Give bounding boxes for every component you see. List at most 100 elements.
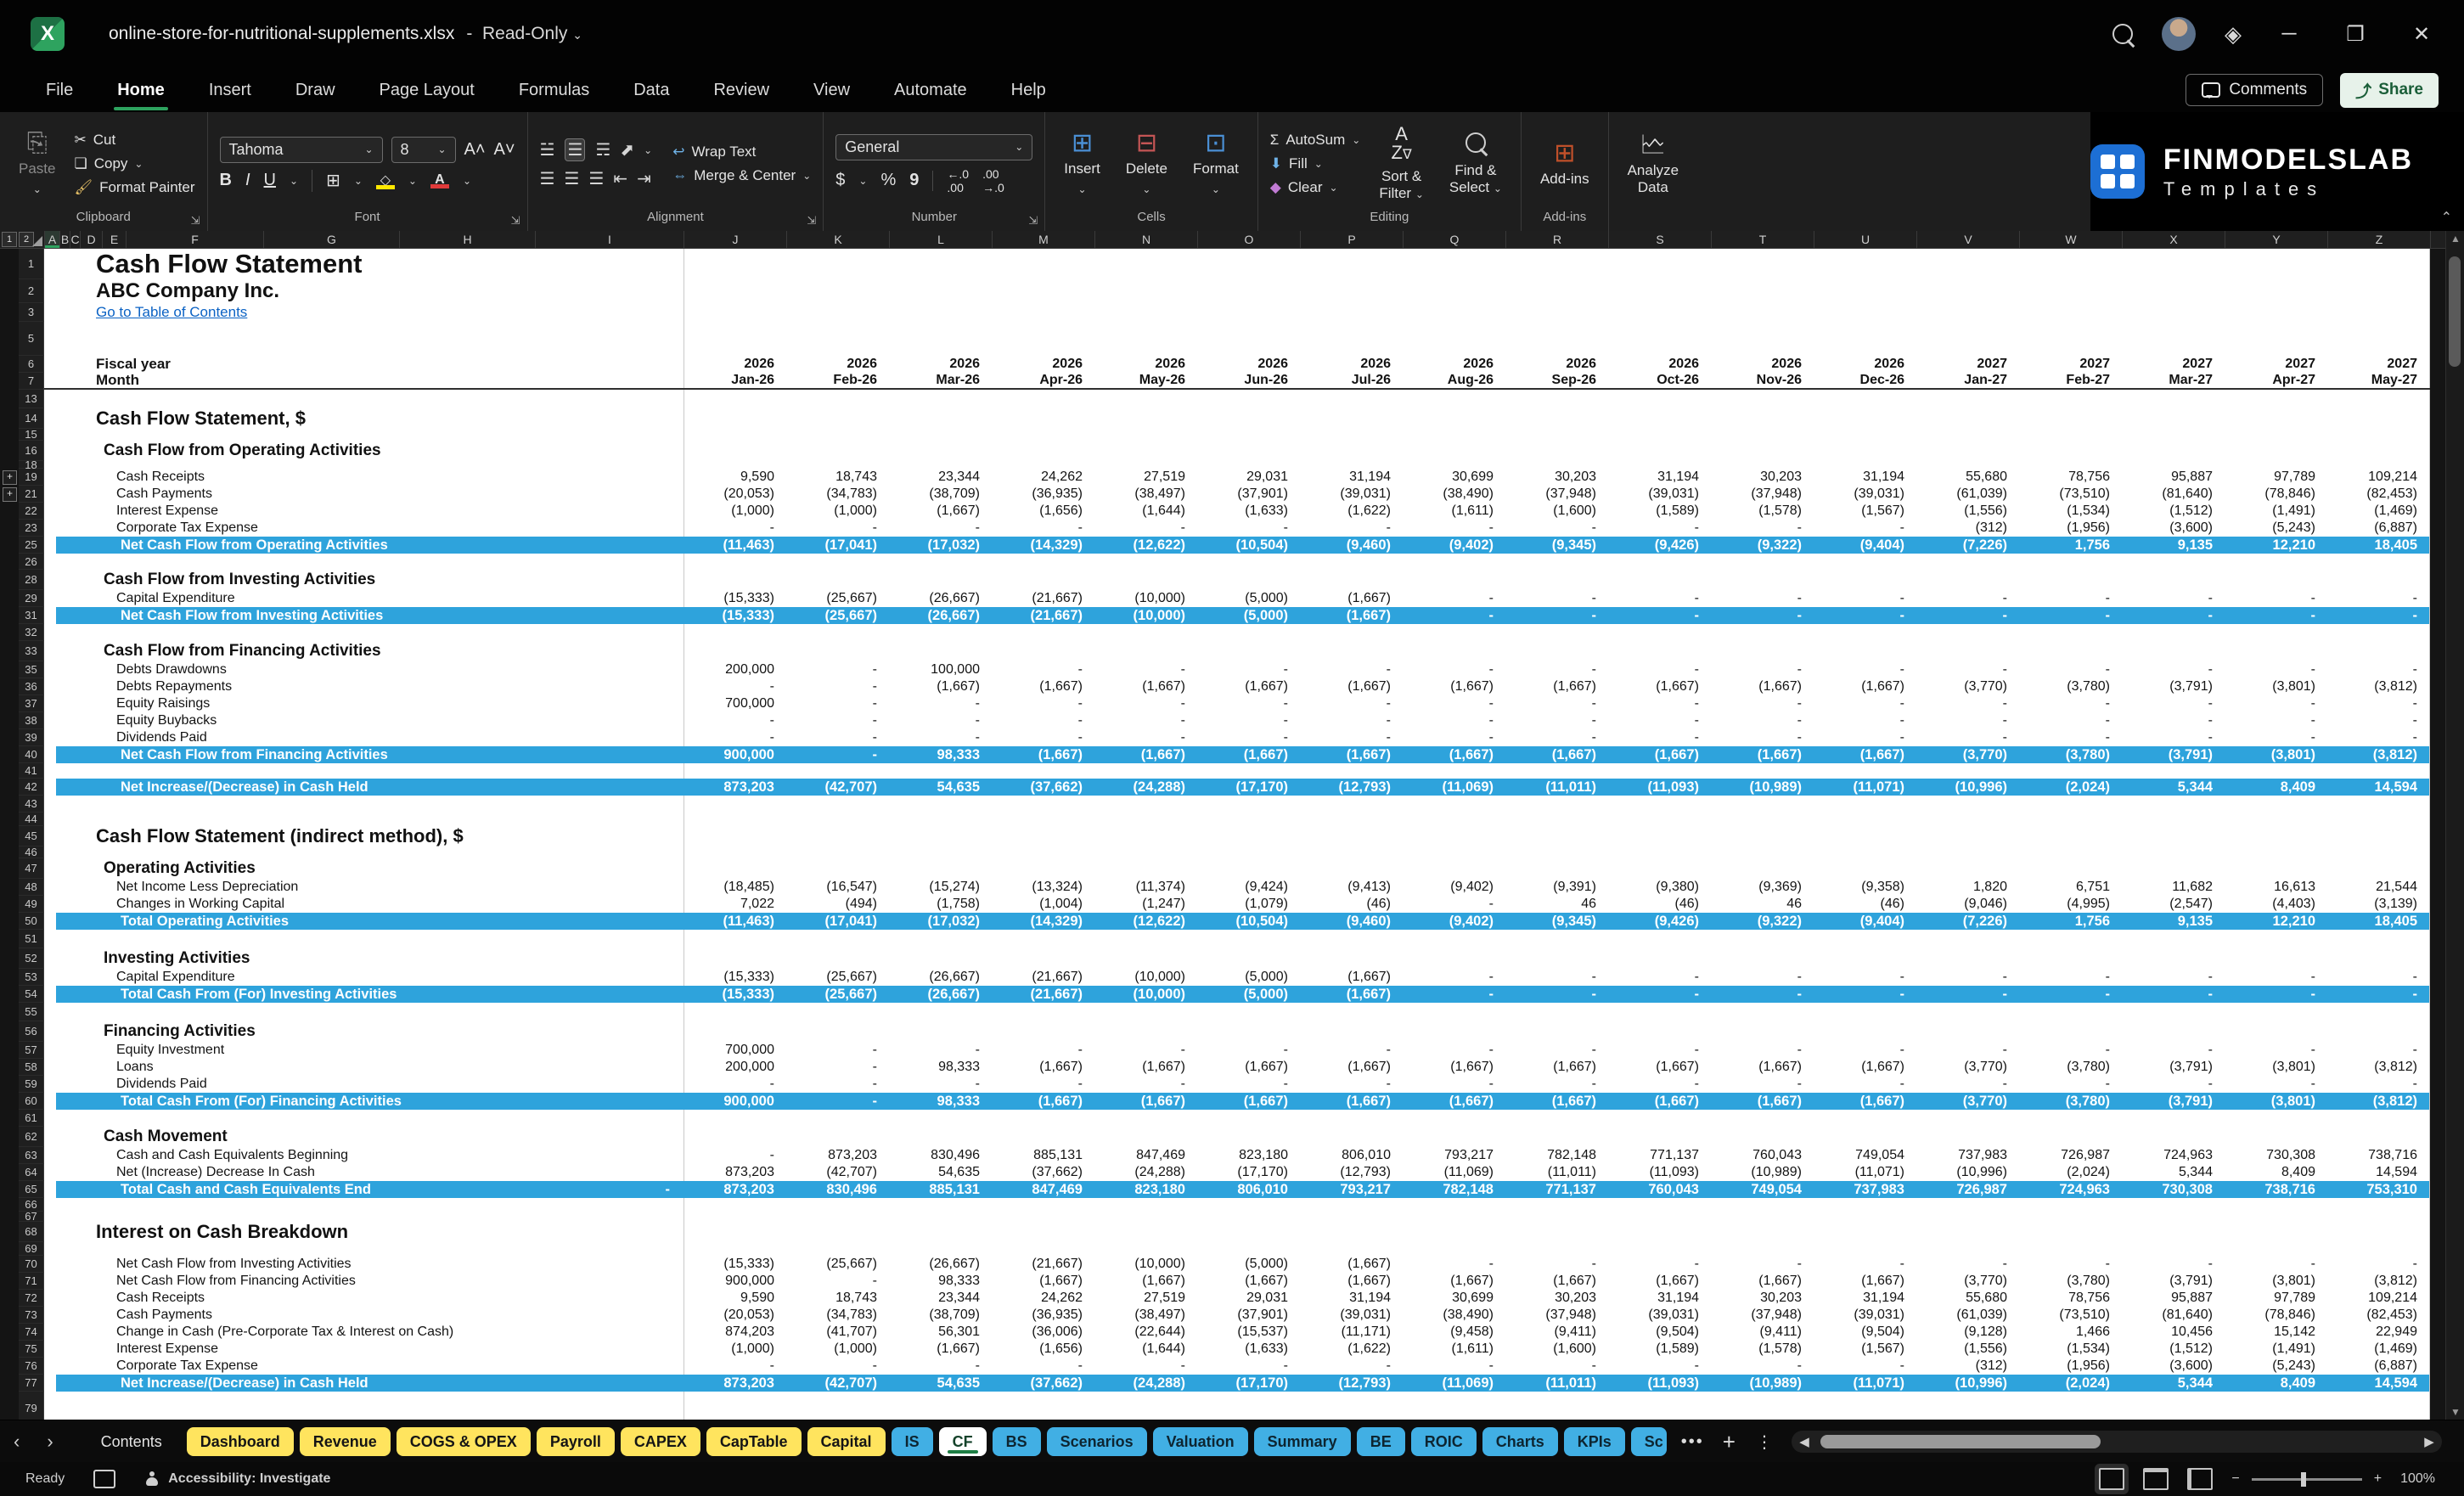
grid-cell[interactable]: 823,180 (1197, 1147, 1300, 1164)
grid-cell[interactable] (2122, 1212, 2225, 1222)
grid-cell[interactable]: 18,743 (786, 1290, 889, 1307)
grid-cell[interactable] (1505, 249, 1608, 279)
row-header-46[interactable]: 46 (19, 846, 44, 858)
grid-cell[interactable]: - (2225, 1256, 2327, 1273)
grid-cell[interactable]: 31,194 (1300, 1290, 1403, 1307)
align-left-button[interactable]: ☰ (540, 168, 554, 189)
grid-cell[interactable]: - (1300, 520, 1403, 537)
grid-cell[interactable] (1711, 1222, 1814, 1242)
grid-cell[interactable]: (1,667) (1300, 1059, 1403, 1076)
grid-cell[interactable]: - (889, 712, 992, 729)
grid-cell[interactable] (2327, 390, 2430, 408)
grid-cell[interactable] (1403, 624, 1505, 641)
grid-cell[interactable]: - (1711, 661, 1814, 678)
grid-cell[interactable] (1814, 1242, 1916, 1256)
column-header-N[interactable]: N (1095, 231, 1198, 248)
grid-cell[interactable] (2122, 796, 2225, 813)
grid-cell[interactable]: (10,000) (1094, 969, 1197, 986)
grid-cell[interactable]: (3,791) (2122, 678, 2225, 695)
grid-cell[interactable]: (37,948) (1711, 1307, 1814, 1324)
grid-cell[interactable]: (37,948) (1505, 486, 1608, 503)
grid-cell[interactable] (2019, 1003, 2122, 1021)
sheet-options-button[interactable]: ⋮ (1746, 1431, 1783, 1453)
grid-cell[interactable] (1403, 1110, 1505, 1127)
grid-cell[interactable]: - (1608, 986, 1711, 1003)
grid-cell[interactable]: - (1814, 1076, 1916, 1093)
row-header-14[interactable]: 14 (19, 408, 44, 429)
grid-cell[interactable] (2225, 322, 2327, 356)
grid-cell[interactable]: - (1403, 986, 1505, 1003)
grid-cell[interactable] (2019, 1198, 2122, 1212)
merge-center-button[interactable]: ⇔Merge & Center⌄ (672, 167, 811, 184)
grid-cell[interactable]: Feb-27 (2019, 373, 2122, 388)
grid-cell[interactable]: - (1505, 1358, 1608, 1375)
menu-tab-view[interactable]: View (791, 74, 872, 107)
grid-cell[interactable] (1505, 1127, 1608, 1147)
grid-cell[interactable]: - (1608, 590, 1711, 607)
autosum-button[interactable]: ΣAutoSum⌄ (1270, 132, 1361, 149)
grid-cell[interactable]: - (1608, 1358, 1711, 1375)
grid-cell[interactable] (1094, 1222, 1197, 1242)
grid-cell[interactable] (1300, 1212, 1403, 1222)
grid-cell[interactable]: (15,333) (684, 986, 786, 1003)
grid-cell[interactable] (1403, 1003, 1505, 1021)
grid-cell[interactable] (1916, 303, 2019, 322)
grid-cell[interactable]: (37,901) (1197, 1307, 1300, 1324)
grid-cell[interactable]: 1,820 (1916, 879, 2019, 896)
grid-cell[interactable]: (1,611) (1403, 503, 1505, 520)
grid-cell[interactable] (1403, 948, 1505, 969)
grid-cell[interactable] (1608, 1392, 1711, 1420)
grid-cell[interactable]: (25,667) (786, 969, 889, 986)
grid-cell[interactable]: 2026 (1608, 356, 1711, 373)
vertical-scrollbar-thumb[interactable] (2449, 256, 2461, 367)
close-button[interactable]: ✕ (2403, 22, 2440, 47)
grid-cell[interactable]: (38,497) (1094, 486, 1197, 503)
row-header-26[interactable]: 26 (19, 554, 44, 570)
grid-cell[interactable]: 98,333 (889, 1093, 992, 1110)
grid-cell[interactable]: Aug-26 (1403, 373, 1505, 388)
decrease-decimal-button[interactable]: .00→.0 (982, 167, 1004, 194)
grid-cell[interactable] (1300, 948, 1403, 969)
grid-cell[interactable]: (6,887) (2327, 520, 2430, 537)
grid-cell[interactable] (1505, 796, 1608, 813)
row-header-72[interactable]: 72 (19, 1290, 44, 1307)
grid-cell[interactable]: (1,667) (1403, 1093, 1505, 1110)
grid-cell[interactable]: 95,887 (2122, 469, 2225, 486)
grid-cell[interactable]: - (786, 729, 889, 746)
grid-cell[interactable]: (1,667) (1814, 1093, 1916, 1110)
grid-cell[interactable]: (1,667) (1403, 1059, 1505, 1076)
grid-cell[interactable]: - (1403, 607, 1505, 624)
grid-cell[interactable]: (1,758) (889, 896, 992, 913)
row-header-43[interactable]: 43 (19, 796, 44, 813)
grid-cell[interactable] (1403, 930, 1505, 948)
grid-cell[interactable]: 771,137 (1505, 1181, 1608, 1198)
grid-cell[interactable] (1505, 763, 1608, 779)
grid-cell[interactable] (1608, 813, 1711, 826)
grid-cell[interactable] (2019, 858, 2122, 879)
grid-cell[interactable]: (1,667) (1300, 969, 1403, 986)
grid-cell[interactable] (684, 641, 786, 661)
grid-cell[interactable] (1197, 303, 1300, 322)
grid-cell[interactable] (992, 554, 1094, 570)
grid-cell[interactable] (1608, 1212, 1711, 1222)
grid-cell[interactable] (1814, 763, 1916, 779)
grid-cell[interactable]: (37,662) (992, 1164, 1094, 1181)
grid-cell[interactable]: (3,780) (2019, 1093, 2122, 1110)
sheet-tab-cogs-opex[interactable]: COGS & OPEX (397, 1427, 531, 1456)
grid-cell[interactable]: (9,411) (1711, 1324, 1814, 1341)
grid-cell[interactable] (1094, 461, 1197, 469)
grid-cell[interactable]: 54,635 (889, 1164, 992, 1181)
grid-cell[interactable] (2019, 1127, 2122, 1147)
grid-cell[interactable] (2019, 1110, 2122, 1127)
menu-tab-home[interactable]: Home (95, 74, 187, 107)
grid-cell[interactable]: - (1916, 661, 2019, 678)
grid-cell[interactable]: 2027 (2122, 356, 2225, 373)
grid-cell[interactable]: - (992, 1076, 1094, 1093)
scroll-left-icon[interactable]: ◀ (1792, 1434, 1817, 1449)
grid-cell[interactable]: (1,667) (1814, 1273, 1916, 1290)
row-header-49[interactable]: 49 (19, 896, 44, 913)
grid-cell[interactable] (1814, 461, 1916, 469)
grid-cell[interactable]: - (1300, 729, 1403, 746)
grid-cell[interactable]: (36,006) (992, 1324, 1094, 1341)
grid-cell[interactable]: (11,071) (1814, 779, 1916, 796)
